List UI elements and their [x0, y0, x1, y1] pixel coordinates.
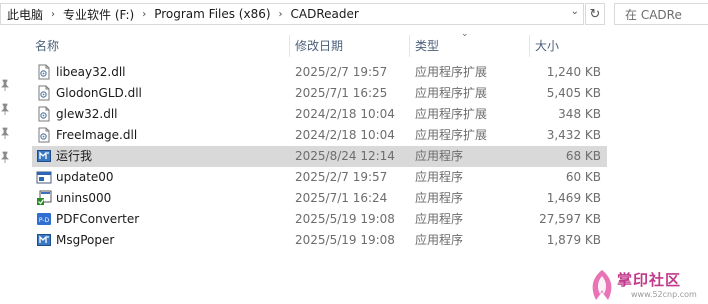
pdf-converter-icon: P-D [36, 211, 52, 227]
file-name[interactable]: 运行我 [56, 146, 92, 167]
file-row[interactable]: update00 2025/2/7 19:57 应用程序 60 KB [32, 167, 607, 188]
file-type: 应用程序扩展 [415, 86, 488, 100]
file-row[interactable]: FreeImage.dll 2024/2/18 10:04 应用程序扩展 3,432 … [32, 125, 607, 146]
file-row[interactable]: libeay32.dll 2025/2/7 19:57 应用程序扩展 1,240 KB [32, 62, 607, 83]
search-input[interactable]: 在 CADRe [614, 3, 708, 25]
file-size: 3,432 KB [546, 128, 601, 142]
refresh-button[interactable]: ↻ [585, 3, 605, 25]
file-name[interactable]: PDFConverter [56, 209, 139, 230]
file-name[interactable]: GlodonGLD.dll [56, 83, 142, 104]
dll-file-icon [36, 127, 52, 143]
pin-icon [1, 127, 9, 139]
svg-text:P-D: P-D [39, 217, 50, 224]
file-modified-date: 2025/8/24 12:14 [295, 149, 395, 163]
watermark-url: www.52cnp.com [631, 290, 697, 299]
column-header-size-label: 大小 [535, 38, 560, 53]
breadcrumb-separator-icon[interactable]: › [49, 9, 57, 20]
installer-icon [36, 190, 52, 206]
file-size: 1,879 KB [546, 233, 601, 247]
file-name[interactable]: FreeImage.dll [56, 125, 137, 146]
cad-app-icon [36, 232, 52, 248]
file-size: 1,240 KB [546, 65, 601, 79]
pin-icon [1, 103, 9, 115]
watermark-logo-icon [592, 270, 612, 300]
column-header-date[interactable]: 修改日期 [290, 35, 409, 55]
file-row[interactable]: glew32.dll 2024/2/18 10:04 应用程序扩展 348 KB [32, 104, 607, 125]
breadcrumb-drive[interactable]: 专业软件 (F:) [57, 6, 140, 23]
dll-file-icon [36, 64, 52, 80]
file-size: 60 KB [565, 170, 601, 184]
address-dropdown-icon[interactable]: ⌄ [571, 6, 579, 17]
refresh-icon: ↻ [589, 6, 601, 22]
breadcrumb-this-pc[interactable]: 此电脑 [1, 6, 49, 23]
file-modified-date: 2025/5/19 19:08 [295, 212, 395, 226]
file-name[interactable]: glew32.dll [56, 104, 118, 125]
file-size: 68 KB [565, 149, 601, 163]
search-placeholder: 在 CADRe [625, 7, 682, 22]
file-modified-date: 2025/2/7 19:57 [295, 170, 388, 184]
breadcrumb-separator-icon[interactable]: › [140, 9, 148, 20]
window-app-icon [36, 169, 52, 185]
file-modified-date: 2024/2/18 10:04 [295, 107, 395, 121]
file-type: 应用程序 [415, 212, 464, 226]
file-modified-date: 2025/7/1 16:25 [295, 86, 388, 100]
column-header-name-label: 名称 [35, 38, 60, 53]
file-name[interactable]: unins000 [56, 188, 111, 209]
file-name[interactable]: MsgPoper [56, 230, 114, 251]
file-row[interactable]: P-D PDFConverter 2025/5/19 19:08 应用程序 27,597… [32, 209, 607, 230]
pin-icon [1, 151, 9, 163]
file-type: 应用程序扩展 [415, 128, 488, 142]
column-header-type[interactable]: 类型 [410, 35, 529, 55]
file-row[interactable]: MsgPoper 2025/5/19 19:08 应用程序 1,879 KB [32, 230, 607, 251]
file-modified-date: 2024/2/18 10:04 [295, 128, 395, 142]
file-type: 应用程序 [415, 191, 464, 205]
breadcrumb-program-files[interactable]: Program Files (x86) [148, 7, 276, 21]
file-type: 应用程序扩展 [415, 107, 488, 121]
file-name[interactable]: libeay32.dll [56, 62, 126, 83]
column-header-name[interactable]: 名称 [30, 35, 288, 55]
file-modified-date: 2025/7/1 16:24 [295, 191, 388, 205]
file-name[interactable]: update00 [56, 167, 114, 188]
watermark: 掌印社区 www.52cnp.com [588, 268, 708, 304]
dll-file-icon [36, 85, 52, 101]
column-header-size[interactable]: 大小 [530, 35, 607, 55]
file-type: 应用程序 [415, 233, 464, 247]
file-modified-date: 2025/2/7 19:57 [295, 65, 388, 79]
watermark-text: 掌印社区 [617, 271, 682, 289]
pin-icon [1, 79, 9, 91]
cad-app-icon [36, 148, 52, 164]
file-row[interactable]: 运行我 2025/8/24 12:14 应用程序 68 KB [32, 146, 607, 167]
column-header-date-label: 修改日期 [295, 38, 344, 53]
file-size: 5,405 KB [546, 86, 601, 100]
file-size: 1,469 KB [546, 191, 601, 205]
file-row[interactable]: GlodonGLD.dll 2025/7/1 16:25 应用程序扩展 5,405 K… [32, 83, 607, 104]
file-type: 应用程序 [415, 149, 464, 163]
file-row[interactable]: unins000 2025/7/1 16:24 应用程序 1,469 KB [32, 188, 607, 209]
dll-file-icon [36, 106, 52, 122]
address-bar[interactable]: 此电脑 › 专业软件 (F:) › Program Files (x86) › … [0, 3, 584, 25]
breadcrumb-cadreader[interactable]: CADReader [285, 7, 365, 21]
breadcrumb-separator-icon[interactable]: › [277, 9, 285, 20]
file-size: 27,597 KB [539, 212, 601, 226]
file-size: 348 KB [558, 107, 601, 121]
column-header-type-label: 类型 [415, 38, 440, 53]
file-type: 应用程序扩展 [415, 65, 488, 79]
file-modified-date: 2025/5/19 19:08 [295, 233, 395, 247]
file-type: 应用程序 [415, 170, 464, 184]
